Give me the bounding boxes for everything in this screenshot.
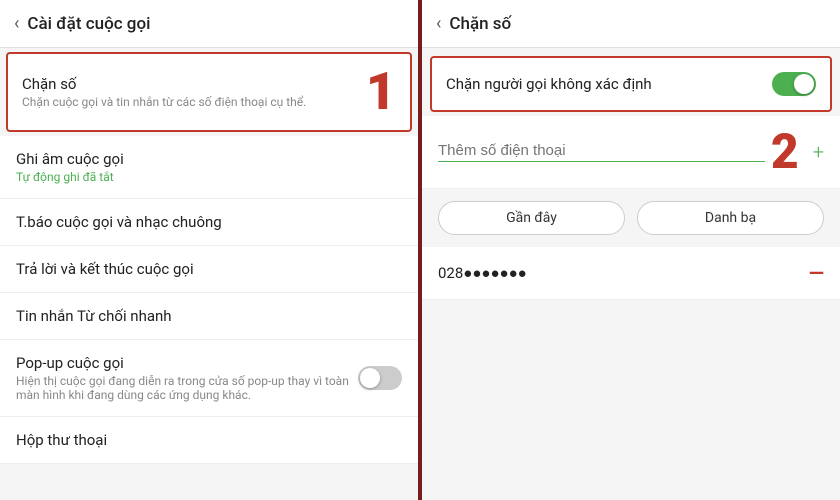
contacts-button[interactable]: Danh bạ — [637, 201, 824, 235]
right-header-title: Chặn số — [449, 14, 511, 34]
left-header: ‹ Cài đặt cuộc gọi — [0, 0, 418, 48]
left-content: Chặn số Chặn cuộc gọi và tin nhắn từ các… — [0, 48, 418, 500]
menu-item-hopthu[interactable]: Hộp thư thoại — [0, 417, 418, 464]
chan-so-subtitle: Chặn cuộc gọi và tin nhắn từ các số điện… — [22, 95, 358, 109]
recent-button[interactable]: Gần đây — [438, 201, 625, 235]
menu-item-tbao[interactable]: T.báo cuộc gọi và nhạc chuông — [0, 199, 418, 246]
menu-item-traloi[interactable]: Trả lời và kết thúc cuộc gọi — [0, 246, 418, 293]
block-unknown-toggle[interactable] — [772, 72, 816, 96]
step-2-number: 2 — [771, 128, 799, 176]
hopthu-title: Hộp thư thoại — [16, 431, 402, 449]
tinnhan-title: Tin nhắn Từ chối nhanh — [16, 307, 402, 325]
right-content: Chặn người gọi không xác định 2 + Gần đâ… — [422, 48, 840, 500]
menu-item-ghi-am[interactable]: Ghi âm cuộc gọi Tự động ghi đã tắt — [0, 136, 418, 199]
block-unknown-toggle-thumb — [794, 74, 814, 94]
add-phone-plus-button[interactable]: + — [813, 140, 824, 164]
blocked-number-row: 028●●●●●●● — — [422, 247, 840, 300]
block-unknown-label: Chặn người gọi không xác định — [446, 75, 652, 93]
ghi-am-subtitle: Tự động ghi đã tắt — [16, 170, 402, 184]
popup-subtitle: Hiện thị cuộc gọi đang diễn ra trong cửa… — [16, 374, 350, 402]
ghi-am-title: Ghi âm cuộc gọi — [16, 150, 402, 168]
popup-toggle[interactable] — [358, 366, 402, 390]
right-panel: ‹ Chặn số Chặn người gọi không xác định … — [422, 0, 840, 500]
menu-item-chan-so[interactable]: Chặn số Chặn cuộc gọi và tin nhắn từ các… — [6, 52, 412, 132]
chan-so-title: Chặn số — [22, 75, 358, 93]
step-1-number: 1 — [366, 66, 396, 118]
menu-item-popup[interactable]: Pop-up cuộc gọi Hiện thị cuộc gọi đang d… — [0, 340, 418, 417]
left-panel: ‹ Cài đặt cuộc gọi Chặn số Chặn cuộc gọi… — [0, 0, 422, 500]
popup-toggle-thumb — [360, 368, 380, 388]
traloi-title: Trả lời và kết thúc cuộc gọi — [16, 260, 402, 278]
popup-title: Pop-up cuộc gọi — [16, 354, 350, 372]
add-phone-row: 2 + — [422, 116, 840, 189]
blocked-number-text: 028●●●●●●● — [438, 264, 527, 282]
right-header: ‹ Chặn số — [422, 0, 840, 48]
left-header-title: Cài đặt cuộc gọi — [27, 14, 150, 34]
block-unknown-section: Chặn người gọi không xác định — [430, 56, 832, 112]
left-back-button[interactable]: ‹ — [14, 13, 19, 34]
add-phone-input[interactable] — [438, 142, 765, 162]
remove-number-button[interactable]: — — [809, 261, 824, 285]
right-back-button[interactable]: ‹ — [436, 13, 441, 34]
menu-item-tinnhan[interactable]: Tin nhắn Từ chối nhanh — [0, 293, 418, 340]
tbao-title: T.báo cuộc gọi và nhạc chuông — [16, 213, 402, 231]
filter-buttons-row: Gần đây Danh bạ — [422, 189, 840, 247]
